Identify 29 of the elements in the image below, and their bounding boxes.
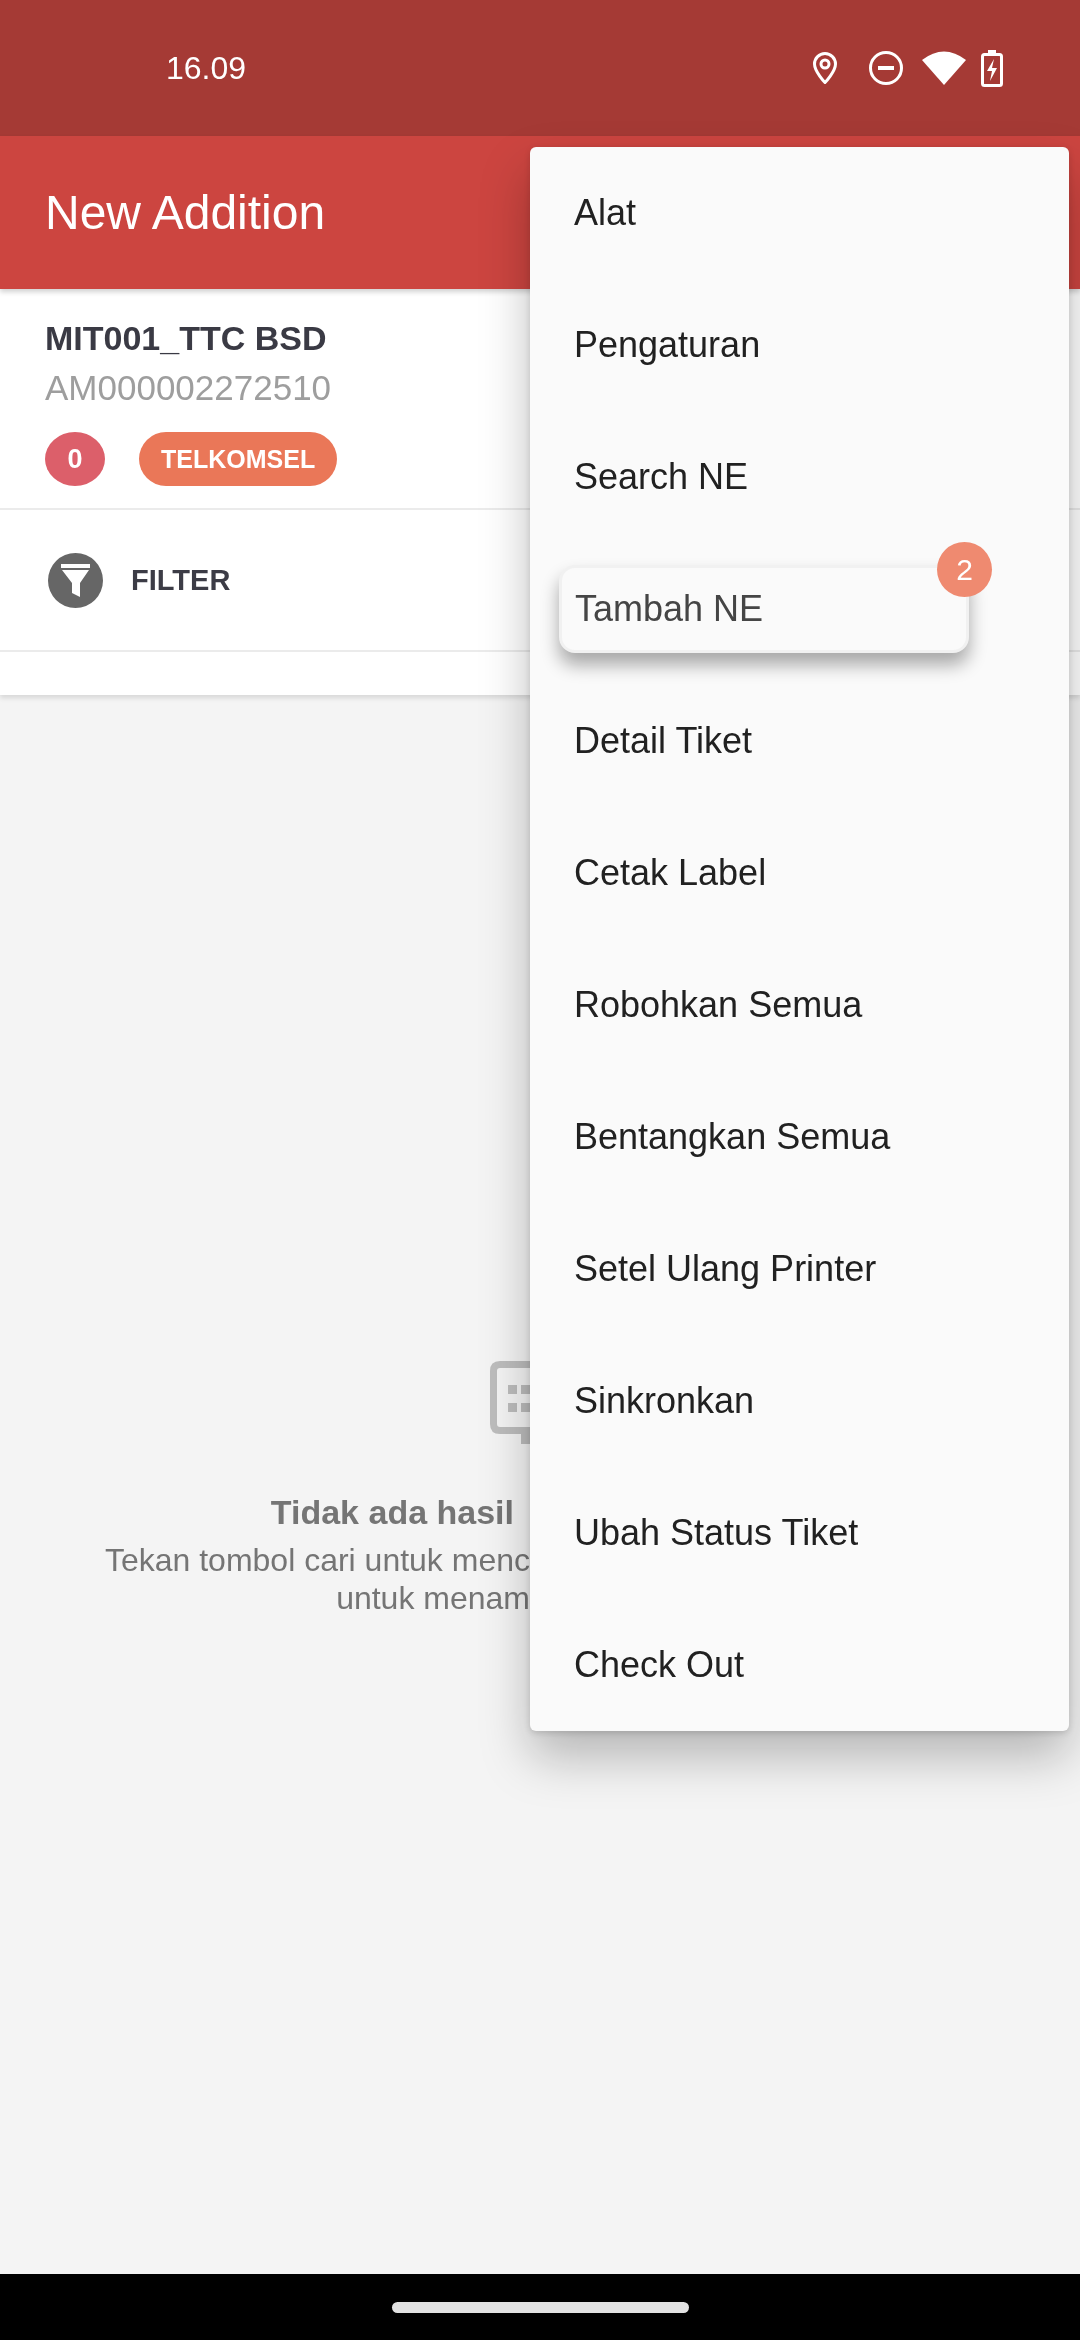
- menu-item[interactable]: Bentangkan Semua: [530, 1071, 1069, 1203]
- do-not-disturb-icon: [869, 51, 903, 85]
- empty-state-text: Tekan tombol cari untuk menc: [104, 1541, 530, 1579]
- menu-item[interactable]: Cetak Label: [530, 807, 1069, 939]
- funnel-icon: [48, 552, 103, 608]
- operator-tag: TELKOMSEL: [139, 432, 338, 486]
- menu-item[interactable]: Check Out: [530, 1599, 1069, 1731]
- menu-item[interactable]: Robohkan Semua: [530, 939, 1069, 1071]
- empty-state-title: Tidak ada hasil: [270, 1492, 514, 1532]
- wifi-icon: [922, 51, 966, 85]
- menu-item[interactable]: Detail Tiket: [530, 675, 1069, 807]
- app-title: New Addition: [45, 184, 326, 241]
- site-code: AM000002272510: [45, 368, 332, 408]
- menu-item[interactable]: Sinkronkan: [530, 1335, 1069, 1467]
- empty-state-text: untuk menam: [336, 1579, 530, 1617]
- menu-item[interactable]: Pengaturan: [530, 279, 1069, 411]
- menu-item[interactable]: Alat: [530, 147, 1069, 279]
- menu-item[interactable]: Search NE: [530, 411, 1069, 543]
- site-name: MIT001_TTC BSD: [45, 318, 327, 358]
- filter-button[interactable]: FILTER: [48, 552, 231, 608]
- menu-item[interactable]: Ubah Status Tiket: [530, 1467, 1069, 1599]
- home-handle[interactable]: [391, 2301, 689, 2313]
- count-badge: 0: [45, 432, 105, 486]
- chat-bubble-icon: [490, 1361, 530, 1444]
- menu-item[interactable]: Setel Ulang Printer: [530, 1203, 1069, 1335]
- step-badge: 2: [937, 542, 992, 597]
- battery-charging-icon: [981, 49, 1003, 87]
- location-icon: [813, 52, 837, 84]
- status-time: 16.09: [166, 49, 247, 88]
